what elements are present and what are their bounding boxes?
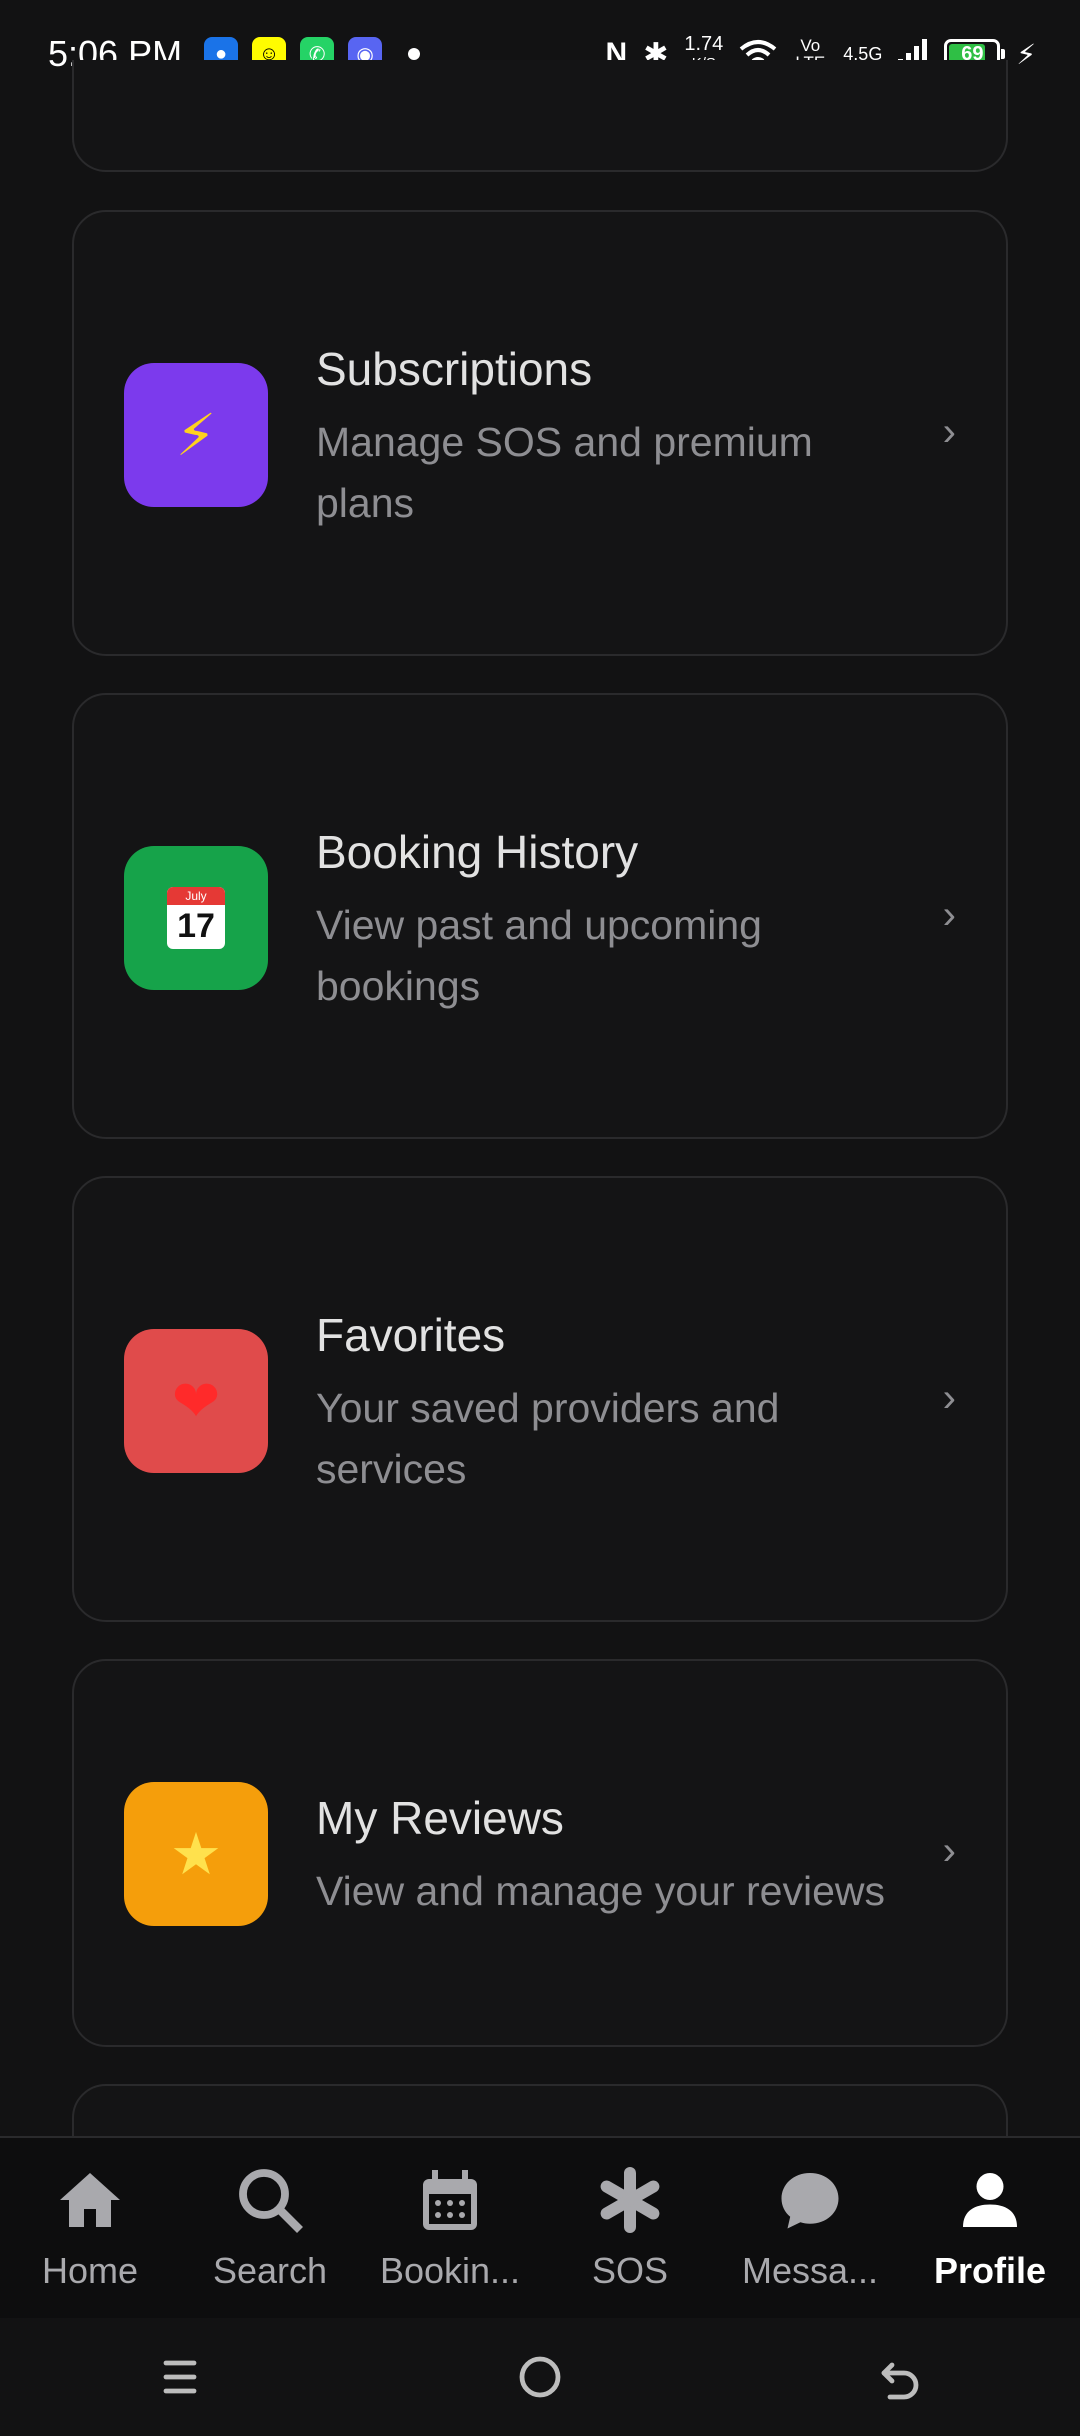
card-subtitle: Manage SOS and premium plans: [316, 419, 813, 526]
chevron-right-icon: ›: [942, 1376, 956, 1420]
heart-icon: ❤: [124, 1329, 268, 1473]
card-subtitle: View and manage your reviews: [316, 1868, 885, 1914]
home-icon: [60, 2173, 120, 2227]
star-icon: ★: [124, 1782, 268, 1926]
card-title: Favorites: [316, 1309, 506, 1361]
person-icon: [963, 2173, 1017, 2227]
more-notifications-dot-icon: [408, 48, 421, 60]
home-circle-icon[interactable]: [516, 2353, 564, 2401]
chat-bubble-icon: [781, 2173, 839, 2229]
booking-history-card[interactable]: July 17 Booking History View past and up…: [72, 693, 1008, 1139]
lightning-icon: ⚡: [124, 363, 268, 507]
card-subtitle: Your saved providers and services: [316, 1385, 780, 1492]
chevron-right-icon: ›: [942, 1829, 956, 1873]
tab-profile[interactable]: Profile: [900, 2138, 1080, 2318]
favorites-card[interactable]: ❤ Favorites Your saved providers and ser…: [72, 1176, 1008, 1622]
tab-sos[interactable]: SOS: [540, 2138, 720, 2318]
subscriptions-card[interactable]: ⚡ Subscriptions Manage SOS and premium p…: [72, 210, 1008, 656]
tab-messages[interactable]: Messa...: [720, 2138, 900, 2318]
back-icon[interactable]: [876, 2353, 924, 2401]
menu-card-partial-top[interactable]: [72, 60, 1008, 172]
card-subtitle: View past and upcoming bookings: [316, 902, 762, 1009]
calendar-icon: [423, 2170, 477, 2230]
bottom-tab-bar: Home Search Bookin... SOS Messa... Profi…: [0, 2136, 1080, 2318]
card-title: My Reviews: [316, 1792, 564, 1844]
menu-icon[interactable]: [156, 2353, 204, 2401]
search-icon: [239, 2169, 303, 2233]
tab-home[interactable]: Home: [0, 2138, 180, 2318]
calendar-icon: July 17: [124, 846, 268, 990]
card-title: Subscriptions: [316, 343, 593, 395]
my-reviews-card[interactable]: ★ My Reviews View and manage your review…: [72, 1659, 1008, 2047]
tab-search[interactable]: Search: [180, 2138, 360, 2318]
chevron-right-icon: ›: [942, 893, 956, 937]
tab-bookings[interactable]: Bookin...: [360, 2138, 540, 2318]
chevron-right-icon: ›: [942, 410, 956, 454]
asterisk-icon: [600, 2167, 660, 2233]
system-nav-bar: [0, 2318, 1080, 2436]
charging-icon: ⚡: [1016, 38, 1036, 70]
card-title: Booking History: [316, 826, 639, 878]
